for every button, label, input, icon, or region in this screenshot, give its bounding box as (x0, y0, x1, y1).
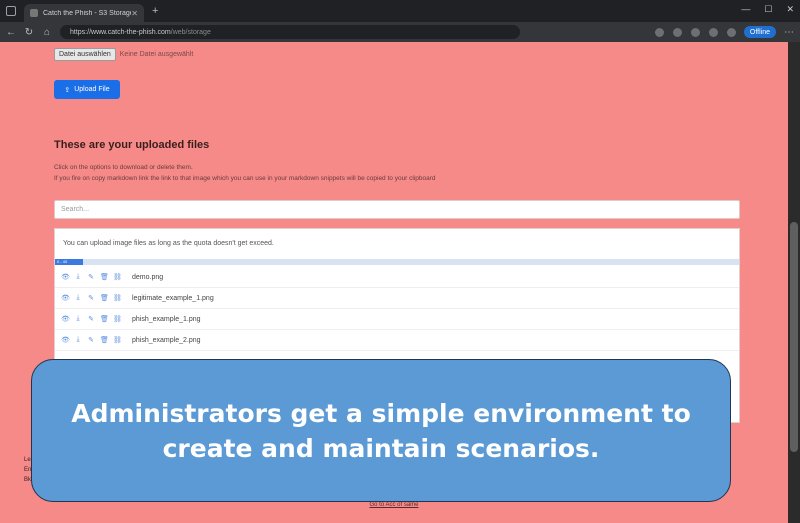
file-name: phish_example_2.png (132, 336, 201, 344)
edit-icon[interactable]: ✎ (87, 273, 95, 281)
download-icon[interactable]: ⤓ (74, 315, 82, 323)
browser-toolbar: ← ↻ ⌂ https://www.catch-the-phish.com /w… (0, 22, 800, 42)
home-icon[interactable]: ⌂ (42, 27, 52, 38)
extension-icon[interactable] (726, 27, 736, 37)
no-file-label: Keine Datei ausgewählt (119, 51, 194, 58)
url-host: https://www.catch-the-phish.com (70, 28, 171, 36)
caption-text: Administrators get a simple environment … (71, 398, 691, 463)
new-tab-icon[interactable]: + (152, 5, 158, 17)
list-item: 👁 ⤓ ✎ 🗑 ⛓ demo.png (55, 267, 739, 288)
tab-bar: Catch the Phish - S3 Storage po ✕ + — ☐ … (0, 0, 800, 22)
close-window-icon[interactable]: ✕ (786, 4, 794, 15)
file-chooser: Datei auswählen Keine Datei ausgewählt (54, 48, 193, 61)
list-item: 👁 ⤓ ✎ 🗑 ⛓ legitimate_example_1.png (55, 288, 739, 309)
edit-icon[interactable]: ✎ (87, 315, 95, 323)
extension-icon[interactable] (690, 27, 700, 37)
download-icon[interactable]: ⤓ (74, 273, 82, 281)
delete-icon[interactable]: 🗑 (100, 294, 109, 302)
file-rows: 👁 ⤓ ✎ 🗑 ⛓ demo.png 👁 ⤓ ✎ 🗑 ⛓ legitimate_… (55, 267, 739, 351)
close-tab-icon[interactable]: ✕ (131, 9, 138, 18)
view-icon[interactable]: 👁 (61, 336, 70, 344)
window-controls: — ☐ ✕ (741, 4, 794, 15)
copy-link-icon[interactable]: ⛓ (113, 273, 122, 281)
copy-link-icon[interactable]: ⛓ (113, 315, 122, 323)
quota-note: You can upload image files as long as th… (63, 240, 274, 247)
back-icon[interactable]: ← (6, 27, 16, 38)
maximize-icon[interactable]: ☐ (764, 4, 772, 15)
choose-file-button[interactable]: Datei auswählen (54, 48, 116, 61)
list-item: 👁 ⤓ ✎ 🗑 ⛓ phish_example_2.png (55, 330, 739, 351)
view-icon[interactable]: 👁 (61, 315, 70, 323)
edit-icon[interactable]: ✎ (87, 294, 95, 302)
list-item: 👁 ⤓ ✎ 🗑 ⛓ phish_example_1.png (55, 309, 739, 330)
extension-icons (654, 27, 736, 37)
section-description: If you fire on copy markdown link the li… (54, 175, 436, 182)
delete-icon[interactable]: 🗑 (100, 336, 109, 344)
profile-button[interactable]: Offline (743, 26, 776, 38)
reload-icon[interactable]: ↻ (24, 27, 34, 38)
delete-icon[interactable]: 🗑 (100, 273, 109, 281)
copy-link-icon[interactable]: ⛓ (113, 294, 122, 302)
view-icon[interactable]: 👁 (61, 294, 70, 302)
section-description: Click on the options to download or dele… (54, 164, 193, 171)
upload-file-button[interactable]: ⇪ Upload File (54, 80, 120, 99)
section-title: These are your uploaded files (54, 139, 210, 151)
upload-icon: ⇪ (64, 86, 71, 94)
selection-bar (55, 259, 739, 265)
download-icon[interactable]: ⤓ (74, 336, 82, 344)
address-bar[interactable]: https://www.catch-the-phish.com /web/sto… (60, 25, 520, 39)
url-path: /web/storage (170, 28, 211, 36)
favicon-icon (30, 9, 38, 17)
search-input[interactable]: Search... (54, 200, 740, 219)
more-menu-icon[interactable]: ⋯ (784, 27, 794, 38)
browser-tab[interactable]: Catch the Phish - S3 Storage po ✕ (24, 4, 144, 22)
extension-icon[interactable] (654, 27, 664, 37)
extension-icon[interactable] (708, 27, 718, 37)
copy-link-icon[interactable]: ⛓ (113, 336, 122, 344)
browser-window: Catch the Phish - S3 Storage po ✕ + — ☐ … (0, 0, 800, 523)
scrollbar-thumb[interactable] (790, 222, 798, 452)
download-icon[interactable]: ⤓ (74, 294, 82, 302)
tab-title: Catch the Phish - S3 Storage po (43, 9, 132, 17)
view-icon[interactable]: 👁 (61, 273, 70, 281)
file-name: legitimate_example_1.png (132, 294, 214, 302)
window-menu-icon[interactable] (6, 6, 16, 16)
file-name: phish_example_1.png (132, 315, 201, 323)
caption-overlay: Administrators get a simple environment … (31, 359, 731, 502)
file-name: demo.png (132, 273, 164, 281)
footer-link[interactable]: Go to Acc of same (0, 502, 788, 508)
minimize-icon[interactable]: — (741, 4, 750, 15)
extension-icon[interactable] (672, 27, 682, 37)
edit-icon[interactable]: ✎ (87, 336, 95, 344)
selection-chip[interactable]: 0 - 40 (55, 259, 83, 265)
delete-icon[interactable]: 🗑 (100, 315, 109, 323)
page-scrollbar[interactable] (788, 42, 800, 523)
upload-button-label: Upload File (74, 86, 110, 93)
